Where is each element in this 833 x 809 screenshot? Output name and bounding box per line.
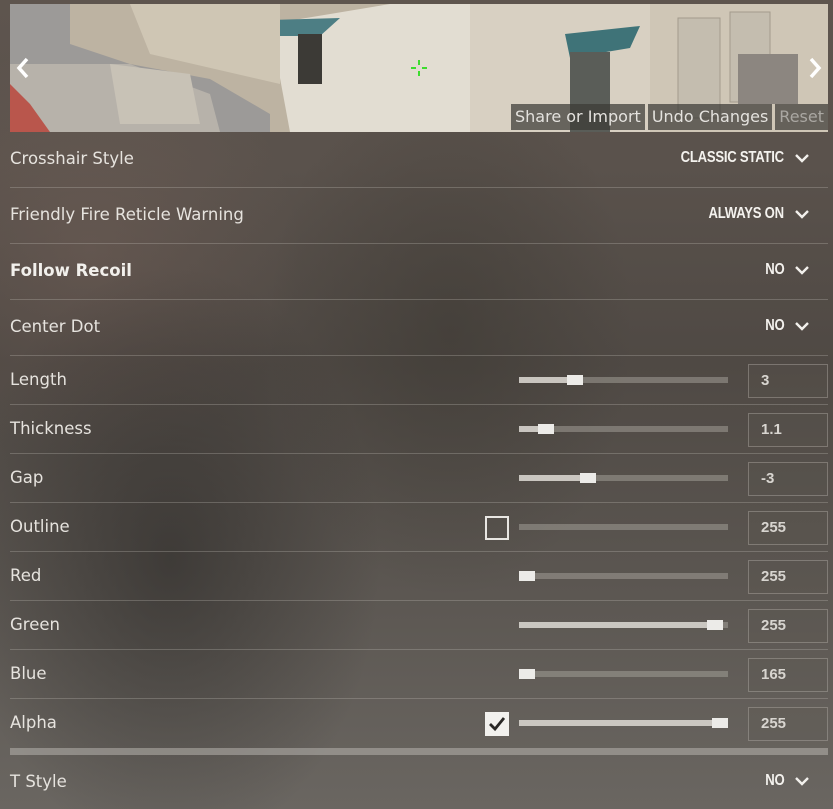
setting-label: Friendly Fire Reticle Warning <box>10 205 244 224</box>
setting-row-t-style: T Style NO <box>10 755 828 809</box>
slider-fill <box>519 622 716 628</box>
setting-row-green: Green 255 <box>10 601 828 650</box>
setting-label: Follow Recoil <box>10 261 132 280</box>
setting-row-outline: Outline 255 <box>10 503 828 552</box>
setting-label: T Style <box>10 772 67 791</box>
setting-label: Center Dot <box>10 317 101 336</box>
dropdown-value: NO <box>764 317 784 334</box>
share-or-import-button[interactable]: Share or Import <box>511 104 645 130</box>
setting-row-red: Red 255 <box>10 552 828 601</box>
setting-row-follow-recoil: Follow Recoil NO <box>10 244 828 300</box>
slider-handle[interactable] <box>519 571 536 581</box>
setting-row-alpha: Alpha 255 <box>10 699 828 748</box>
setting-row-blue: Blue 165 <box>10 650 828 699</box>
setting-label: Gap <box>10 468 44 487</box>
length-input[interactable]: 3 <box>748 364 828 398</box>
alpha-checkbox[interactable] <box>485 712 509 736</box>
setting-row-thickness: Thickness 1.1 <box>10 405 828 454</box>
t-style-dropdown[interactable]: NO <box>761 772 810 790</box>
setting-label: Alpha <box>10 713 57 732</box>
crosshair-preview-icon <box>411 60 427 76</box>
setting-row-length: Length 3 <box>10 356 828 405</box>
chevron-down-icon <box>795 322 809 331</box>
setting-label: Outline <box>10 517 70 536</box>
setting-row-gap: Gap -3 <box>10 454 828 503</box>
slider-handle[interactable] <box>519 669 536 679</box>
dropdown-value: ALWAYS ON <box>708 205 785 222</box>
chevron-down-icon <box>795 154 809 163</box>
thickness-input[interactable]: 1.1 <box>748 413 828 447</box>
slider-handle[interactable] <box>567 375 584 385</box>
setting-row-center-dot: Center Dot NO <box>10 300 828 356</box>
dropdown-value: CLASSIC STATIC <box>680 149 784 166</box>
slider-handle[interactable] <box>538 424 555 434</box>
setting-label: Crosshair Style <box>10 149 134 168</box>
crosshair-preview: Share or Import Undo Changes Reset <box>10 4 828 132</box>
gap-input[interactable]: -3 <box>748 462 828 496</box>
slider-fill <box>519 475 588 481</box>
chevron-left-icon <box>16 57 29 79</box>
chevron-down-icon <box>795 266 809 275</box>
checkmark-icon <box>489 717 506 732</box>
blue-input[interactable]: 165 <box>748 658 828 692</box>
green-slider[interactable] <box>519 620 728 630</box>
outline-slider[interactable] <box>519 524 728 530</box>
green-input[interactable]: 255 <box>748 609 828 643</box>
crosshair-style-dropdown[interactable]: CLASSIC STATIC <box>658 149 810 167</box>
outline-checkbox[interactable] <box>485 516 509 540</box>
previous-preview-button[interactable] <box>12 54 34 82</box>
outline-input[interactable]: 255 <box>748 511 828 545</box>
setting-label: Green <box>10 615 60 634</box>
setting-row-friendly-fire: Friendly Fire Reticle Warning ALWAYS ON <box>10 188 828 244</box>
center-dot-dropdown[interactable]: NO <box>761 317 810 335</box>
blue-slider[interactable] <box>519 669 728 679</box>
gap-slider[interactable] <box>519 473 728 483</box>
crosshair-settings-list: Crosshair Style CLASSIC STATIC Friendly … <box>10 132 828 809</box>
chevron-right-icon <box>809 57 822 79</box>
alpha-input[interactable]: 255 <box>748 707 828 741</box>
red-input[interactable]: 255 <box>748 560 828 594</box>
thickness-slider[interactable] <box>519 424 728 434</box>
section-divider <box>10 748 828 755</box>
setting-row-crosshair-style: Crosshair Style CLASSIC STATIC <box>10 132 828 188</box>
setting-label: Red <box>10 566 42 585</box>
undo-changes-button[interactable]: Undo Changes <box>647 104 773 130</box>
reset-button[interactable]: Reset <box>775 104 828 130</box>
setting-label: Length <box>10 370 67 389</box>
next-preview-button[interactable] <box>804 54 826 82</box>
alpha-slider[interactable] <box>519 718 728 728</box>
slider-handle[interactable] <box>711 718 728 728</box>
red-slider[interactable] <box>519 571 728 581</box>
friendly-fire-dropdown[interactable]: ALWAYS ON <box>692 205 810 223</box>
slider-handle[interactable] <box>579 473 596 483</box>
dropdown-value: NO <box>764 772 784 789</box>
chevron-down-icon <box>795 777 809 786</box>
setting-label: Blue <box>10 664 47 683</box>
dropdown-value: NO <box>764 261 784 278</box>
chevron-down-icon <box>795 210 809 219</box>
follow-recoil-dropdown[interactable]: NO <box>761 261 810 279</box>
slider-fill <box>519 720 720 726</box>
setting-label: Thickness <box>10 419 92 438</box>
length-slider[interactable] <box>519 375 728 385</box>
slider-handle[interactable] <box>707 620 724 630</box>
